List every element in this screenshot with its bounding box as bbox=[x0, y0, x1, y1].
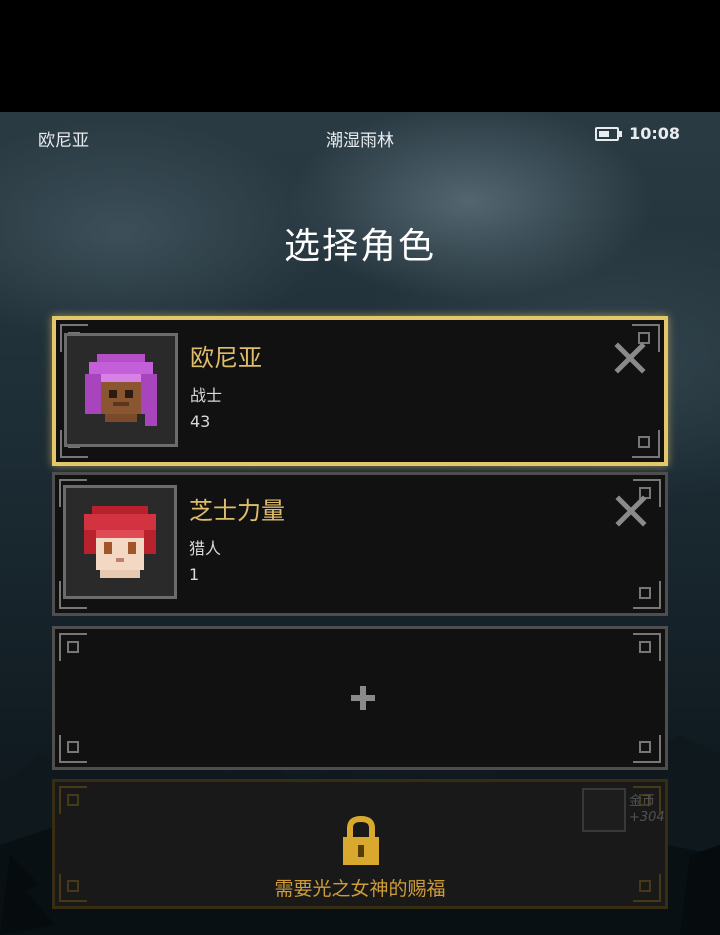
character-name: 芝士力量 bbox=[189, 497, 285, 525]
frame-corner bbox=[59, 633, 87, 661]
frame-corner bbox=[59, 786, 87, 814]
character-portrait bbox=[63, 485, 177, 599]
top-black-bar bbox=[0, 0, 720, 112]
character-level: 1 bbox=[189, 565, 200, 584]
status-bar: 欧尼亚 潮湿雨林 10:08 bbox=[0, 112, 720, 158]
hunter-avatar-icon bbox=[84, 506, 156, 578]
clock: 10:08 bbox=[629, 124, 680, 143]
frame-corner bbox=[632, 430, 660, 458]
character-name: 欧尼亚 bbox=[190, 344, 262, 372]
plus-icon[interactable] bbox=[349, 684, 377, 712]
unlock-requirement: 需要光之女神的赐福 bbox=[274, 878, 446, 900]
character-slot-1[interactable]: 欧尼亚 战士 43 bbox=[52, 316, 668, 466]
character-class: 猎人 bbox=[189, 539, 222, 558]
close-icon[interactable] bbox=[615, 495, 647, 527]
frame-corner bbox=[59, 735, 87, 763]
gold-item-slot bbox=[582, 788, 626, 832]
lock-icon bbox=[343, 815, 379, 865]
character-select-screen: 欧尼亚 潮湿雨林 10:08 选择角色 欧尼亚 战士 43 芝士力量 猎人 1 … bbox=[0, 112, 720, 935]
frame-corner bbox=[633, 735, 661, 763]
frame-corner bbox=[633, 581, 661, 609]
gold-value: +304 bbox=[629, 810, 665, 825]
new-character-slot[interactable] bbox=[52, 626, 668, 770]
character-level: 43 bbox=[190, 412, 211, 431]
frame-corner bbox=[633, 633, 661, 661]
character-portrait bbox=[64, 333, 178, 447]
character-slot-2[interactable]: 芝士力量 猎人 1 bbox=[52, 472, 668, 616]
close-icon[interactable] bbox=[614, 342, 646, 374]
page-title: 选择角色 bbox=[283, 226, 436, 267]
gold-label: 金币 bbox=[629, 794, 656, 809]
status-right: 10:08 bbox=[595, 124, 680, 143]
character-class: 战士 bbox=[190, 386, 223, 405]
battery-icon bbox=[595, 126, 623, 141]
warrior-avatar-icon bbox=[85, 354, 157, 426]
locked-character-slot: 金币 +304 需要光之女神的赐福 bbox=[52, 779, 668, 909]
